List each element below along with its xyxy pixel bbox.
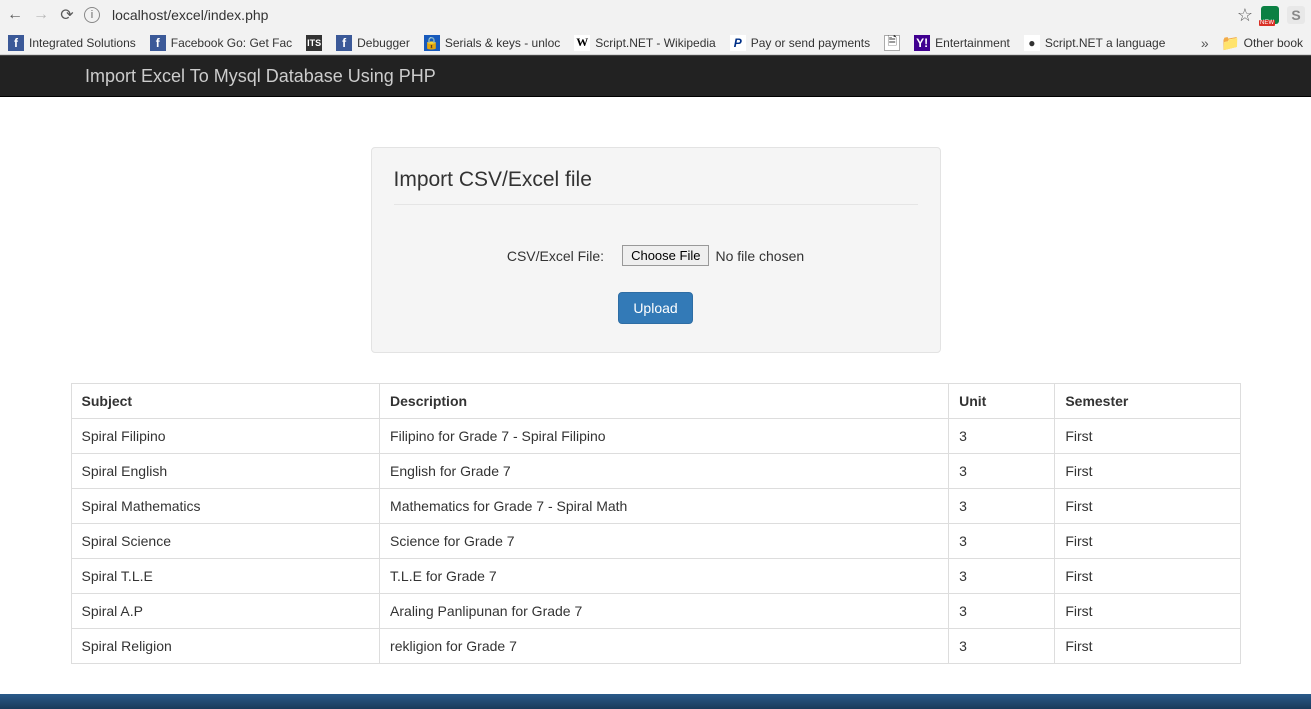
table-header: Subject [71,384,380,419]
table-row: Spiral MathematicsMathematics for Grade … [71,489,1240,524]
table-cell: Spiral Mathematics [71,489,380,524]
table-cell: Spiral Filipino [71,419,380,454]
table-cell: 3 [949,594,1055,629]
bookmark-item[interactable]: Y! Entertainment [914,35,1010,51]
table-cell: Spiral Science [71,524,380,559]
table-cell: 3 [949,559,1055,594]
bookmark-label: Integrated Solutions [29,36,136,50]
bookmark-favicon: f [150,35,166,51]
table-cell: Spiral T.L.E [71,559,380,594]
table-cell: Filipino for Grade 7 - Spiral Filipino [380,419,949,454]
table-cell: First [1055,594,1240,629]
bookmark-label: Entertainment [935,36,1010,50]
folder-icon: 📁 [1223,35,1239,51]
bookmark-item[interactable]: f Facebook Go: Get Fac [150,35,292,51]
browser-chrome: ← → ⟳ i localhost/excel/index.php ☆ S fI… [0,0,1311,55]
bookmark-item[interactable]: 🗎 [884,35,900,51]
table-row: Spiral EnglishEnglish for Grade 73First [71,454,1240,489]
bookmark-favicon: f [336,35,352,51]
table-cell: First [1055,559,1240,594]
table-cell: Spiral Religion [71,629,380,664]
page-header: Import Excel To Mysql Database Using PHP [0,55,1311,97]
file-label: CSV/Excel File: [507,248,604,264]
page-title: Import Excel To Mysql Database Using PHP [85,66,436,87]
table-cell: 3 [949,629,1055,664]
main-content: Import CSV/Excel file CSV/Excel File: Ch… [0,97,1311,664]
table-row: Spiral FilipinoFilipino for Grade 7 - Sp… [71,419,1240,454]
address-bar-row: ← → ⟳ i localhost/excel/index.php ☆ S [0,0,1311,30]
bookmark-favicon: P [730,35,746,51]
bookmark-item[interactable]: ITS [306,35,322,51]
bookmark-item[interactable]: W Script.NET - Wikipedia [574,35,715,51]
table-cell: Mathematics for Grade 7 - Spiral Math [380,489,949,524]
table-cell: English for Grade 7 [380,454,949,489]
bookmark-label: Script.NET a language [1045,36,1166,50]
extension-icon[interactable] [1261,6,1279,24]
table-cell: First [1055,524,1240,559]
table-row: Spiral Religionrekligion for Grade 73Fir… [71,629,1240,664]
table-cell: Spiral A.P [71,594,380,629]
back-icon[interactable]: ← [6,6,24,24]
table-row: Spiral A.PAraling Panlipunan for Grade 7… [71,594,1240,629]
bookmark-label: Facebook Go: Get Fac [171,36,292,50]
table-cell: First [1055,629,1240,664]
other-bookmarks-label: Other book [1244,36,1303,50]
reload-icon[interactable]: ⟳ [58,6,76,24]
table-cell: 3 [949,524,1055,559]
table-cell: T.L.E for Grade 7 [380,559,949,594]
bookmark-favicon: f [8,35,24,51]
bookmark-item[interactable]: 🔒 Serials & keys - unloc [424,35,560,51]
other-bookmarks[interactable]: 📁 Other book [1223,35,1303,51]
choose-file-button[interactable]: Choose File [622,245,709,266]
no-file-text: No file chosen [715,248,804,264]
bookmark-label: Serials & keys - unloc [445,36,560,50]
table-row: Spiral T.L.ET.L.E for Grade 73First [71,559,1240,594]
bookmark-item[interactable]: P Pay or send payments [730,35,870,51]
upload-button[interactable]: Upload [618,292,692,324]
table-cell: Araling Panlipunan for Grade 7 [380,594,949,629]
bookmark-star-icon[interactable]: ☆ [1237,5,1253,26]
table-cell: First [1055,454,1240,489]
file-input-wrap: Choose File No file chosen [622,245,804,266]
table-cell: Spiral English [71,454,380,489]
bookmark-label: Script.NET - Wikipedia [595,36,715,50]
bookmarks-overflow-icon[interactable]: » [1201,35,1209,51]
table-cell: Science for Grade 7 [380,524,949,559]
table-row: Spiral ScienceScience for Grade 73First [71,524,1240,559]
bookmark-label: Pay or send payments [751,36,870,50]
table-cell: 3 [949,454,1055,489]
bookmark-item[interactable]: ● Script.NET a language [1024,35,1166,51]
bookmark-favicon: 🗎 [884,35,900,51]
bookmark-favicon: 🔒 [424,35,440,51]
file-row: CSV/Excel File: Choose File No file chos… [394,245,918,266]
table-cell: rekligion for Grade 7 [380,629,949,664]
bookmark-favicon: ● [1024,35,1040,51]
data-table: SubjectDescriptionUnitSemester Spiral Fi… [71,383,1241,664]
bookmark-favicon: W [574,35,590,51]
table-cell: First [1055,489,1240,524]
bookmark-favicon: ITS [306,35,322,51]
skype-extension-icon[interactable]: S [1287,6,1305,24]
bookmark-favicon: Y! [914,35,930,51]
table-header: Unit [949,384,1055,419]
url-text[interactable]: localhost/excel/index.php [108,7,1229,23]
table-cell: First [1055,419,1240,454]
forward-icon: → [32,6,50,24]
panel-title: Import CSV/Excel file [394,168,918,205]
bookmarks-bar: f Integrated Solutions f Facebook Go: Get F… [0,30,1311,55]
site-info-icon[interactable]: i [84,7,100,23]
table-header: Description [380,384,949,419]
bookmark-label: Debugger [357,36,410,50]
table-header: Semester [1055,384,1240,419]
bookmark-item[interactable]: f Integrated Solutions [8,35,136,51]
table-cell: 3 [949,489,1055,524]
data-table-wrap: SubjectDescriptionUnitSemester Spiral Fi… [71,383,1241,664]
import-panel: Import CSV/Excel file CSV/Excel File: Ch… [371,147,941,353]
windows-taskbar[interactable] [0,694,1311,709]
bookmark-item[interactable]: f Debugger [336,35,410,51]
table-cell: 3 [949,419,1055,454]
